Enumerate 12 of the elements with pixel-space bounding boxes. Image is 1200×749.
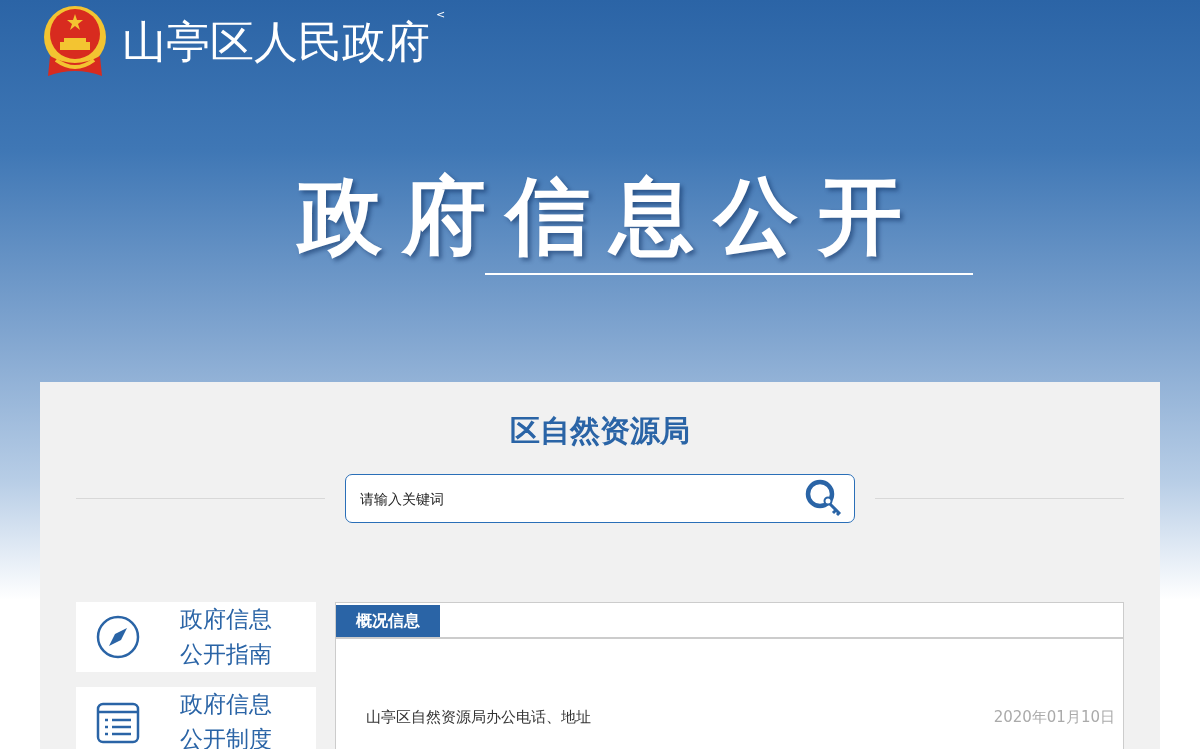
sidebar-link[interactable]: 政府信息公开指南 <box>76 602 316 672</box>
banner-title: 政府信息公开 <box>295 166 922 267</box>
tab[interactable]: 概况信息 <box>336 605 440 637</box>
compass-icon <box>96 615 140 659</box>
site-title[interactable]: 山亭区人民政府 <box>122 20 430 64</box>
document-list-icon <box>96 700 140 744</box>
collapse-glyph[interactable]: < <box>436 8 446 21</box>
article-date: 2020年01月10日 <box>993 708 1115 727</box>
search-field[interactable]: 请输入关键词 <box>345 474 855 523</box>
search-icon[interactable] <box>805 479 843 517</box>
article-link[interactable]: 山亭区自然资源局办公电话、地址 <box>366 708 591 727</box>
department-title: 区自然资源局 <box>509 412 691 450</box>
